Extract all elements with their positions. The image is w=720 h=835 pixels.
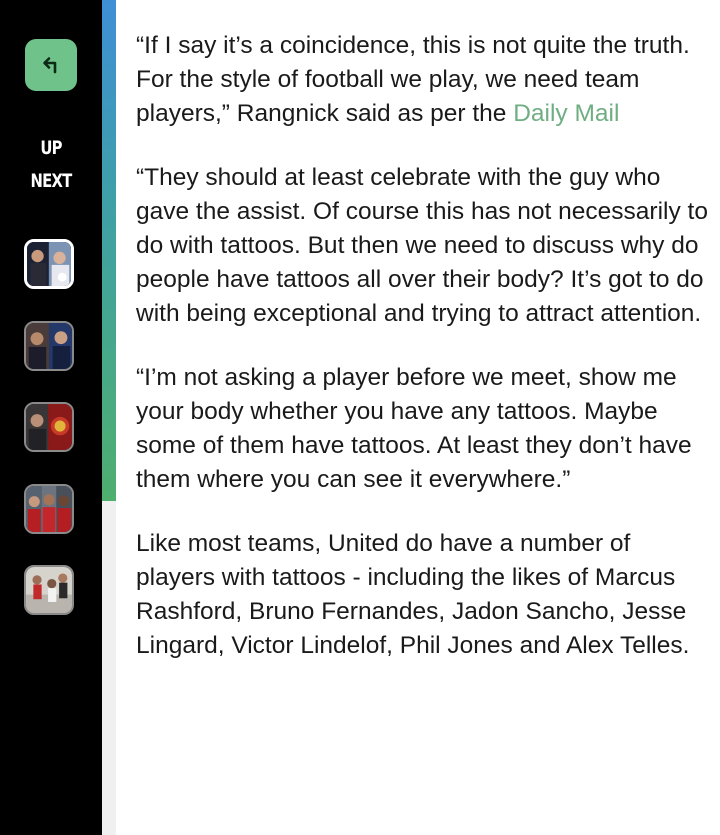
- reading-progress-bar: [102, 0, 116, 835]
- football-photo-thumbnail: [27, 242, 71, 286]
- match-action-thumbnail: [26, 567, 72, 613]
- up-next-line-1: UP: [40, 137, 62, 159]
- up-next-thumbnail-2[interactable]: [24, 321, 74, 371]
- up-next-label: UP NEXT: [11, 132, 91, 198]
- return-arrow-icon: [39, 53, 63, 77]
- pundits-photo-thumbnail: [26, 323, 72, 369]
- up-next-thumbnail-3[interactable]: [24, 402, 74, 452]
- up-next-thumbnail-1[interactable]: [24, 239, 74, 289]
- article-paragraph-1: “If I say it’s a coincidence, this is no…: [136, 29, 710, 131]
- up-next-thumbnail-4[interactable]: [24, 484, 74, 534]
- article-body: “If I say it’s a coincidence, this is no…: [136, 29, 710, 693]
- up-next-line-2: NEXT: [30, 170, 73, 192]
- reading-progress-fill: [102, 0, 116, 501]
- article-paragraph-3: “I’m not asking a player before we meet,…: [136, 364, 692, 493]
- up-next-thumbnail-5[interactable]: [24, 565, 74, 615]
- back-button[interactable]: [25, 39, 77, 91]
- players-photo-thumbnail: [26, 486, 72, 532]
- daily-mail-link[interactable]: Daily Mail: [513, 100, 619, 127]
- article-paragraph-2: “They should at least celebrate with the…: [136, 164, 708, 327]
- sidebar: UP NEXT: [0, 0, 102, 835]
- manchester-united-crest-thumbnail: [26, 404, 72, 450]
- article-paragraph-4: Like most teams, United do have a number…: [136, 530, 690, 659]
